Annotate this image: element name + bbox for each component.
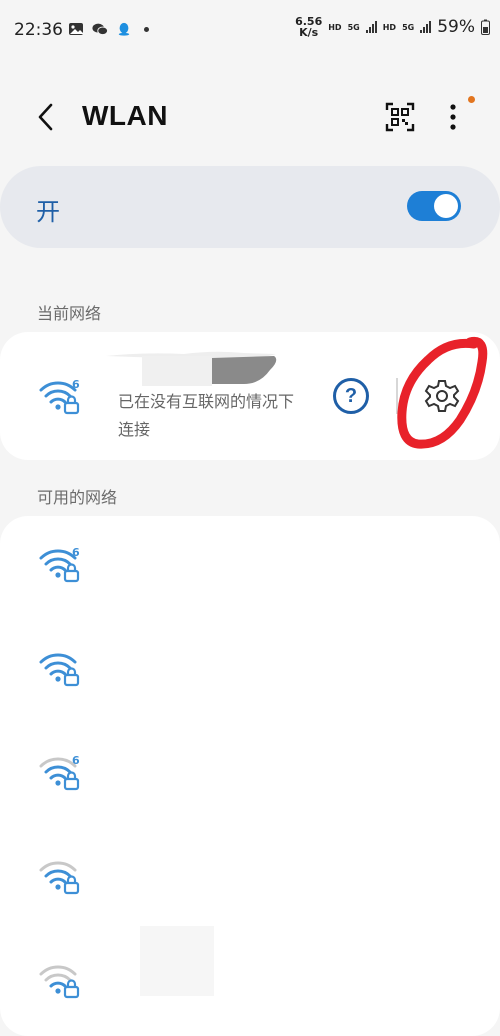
notification-icons	[68, 22, 149, 36]
connection-status: 已在没有互联网的情况下连接	[118, 392, 295, 439]
wlan-toggle-label: 开	[36, 198, 60, 226]
vertical-divider	[396, 378, 398, 414]
qr-code-icon[interactable]	[385, 102, 415, 132]
status-time: 22:36	[14, 20, 63, 40]
network-list-item[interactable]	[0, 828, 500, 928]
wifi-lock-icon	[39, 861, 80, 895]
sim1-network-type: 5G	[347, 22, 360, 32]
help-circle-icon[interactable]: ?	[333, 378, 369, 414]
gear-icon[interactable]	[424, 378, 460, 414]
svg-text:6: 6	[72, 378, 80, 391]
dot-icon	[144, 26, 149, 32]
qq-icon	[118, 22, 130, 36]
status-right: 6.56 K/s HD 5G HD 5G 59%	[295, 16, 490, 38]
available-networks-card: 6 6	[0, 516, 500, 1036]
available-networks-heading: 可用的网络	[37, 488, 118, 507]
switch-knob	[434, 194, 458, 218]
network-speed-unit: K/s	[299, 26, 319, 39]
sim1-signal-icon	[365, 21, 377, 33]
status-bar: 22:36 6.56 K/s HD 5G HD 5G 59%	[0, 0, 500, 62]
page-title: WLAN	[82, 100, 168, 131]
battery-percent: 59%	[437, 17, 475, 37]
current-network-heading: 当前网络	[37, 304, 102, 323]
redacted-area	[140, 926, 214, 996]
wifi-lock-icon	[39, 653, 80, 687]
network-list-item[interactable]	[0, 932, 500, 1032]
more-vertical-icon[interactable]	[444, 100, 462, 134]
wifi-6-lock-icon: 6	[39, 754, 80, 791]
back-arrow-icon[interactable]	[34, 102, 60, 132]
notification-badge	[468, 96, 475, 103]
svg-text:6: 6	[72, 754, 80, 767]
wlan-switch[interactable]	[407, 191, 461, 221]
network-speed: 6.56 K/s	[295, 16, 322, 38]
network-list-item[interactable]	[0, 620, 500, 720]
svg-text:6: 6	[72, 546, 80, 559]
wifi-lock-icon	[39, 965, 80, 999]
network-name-redacted	[106, 351, 277, 386]
sim2-hd: HD	[382, 22, 397, 32]
app-header: WLAN	[0, 88, 500, 148]
wifi-6-lock-icon: 6	[39, 378, 80, 415]
battery-icon	[481, 19, 490, 35]
sim2-network-type: 5G	[402, 22, 415, 32]
wifi-6-lock-icon: 6	[39, 546, 80, 583]
sim1-hd: HD	[328, 22, 342, 32]
sim2-signal-icon	[420, 21, 432, 33]
wechat-icon	[92, 23, 108, 35]
network-list-item[interactable]: 6	[0, 724, 500, 824]
network-list-item[interactable]: 6	[0, 516, 500, 616]
image-icon	[69, 23, 83, 35]
